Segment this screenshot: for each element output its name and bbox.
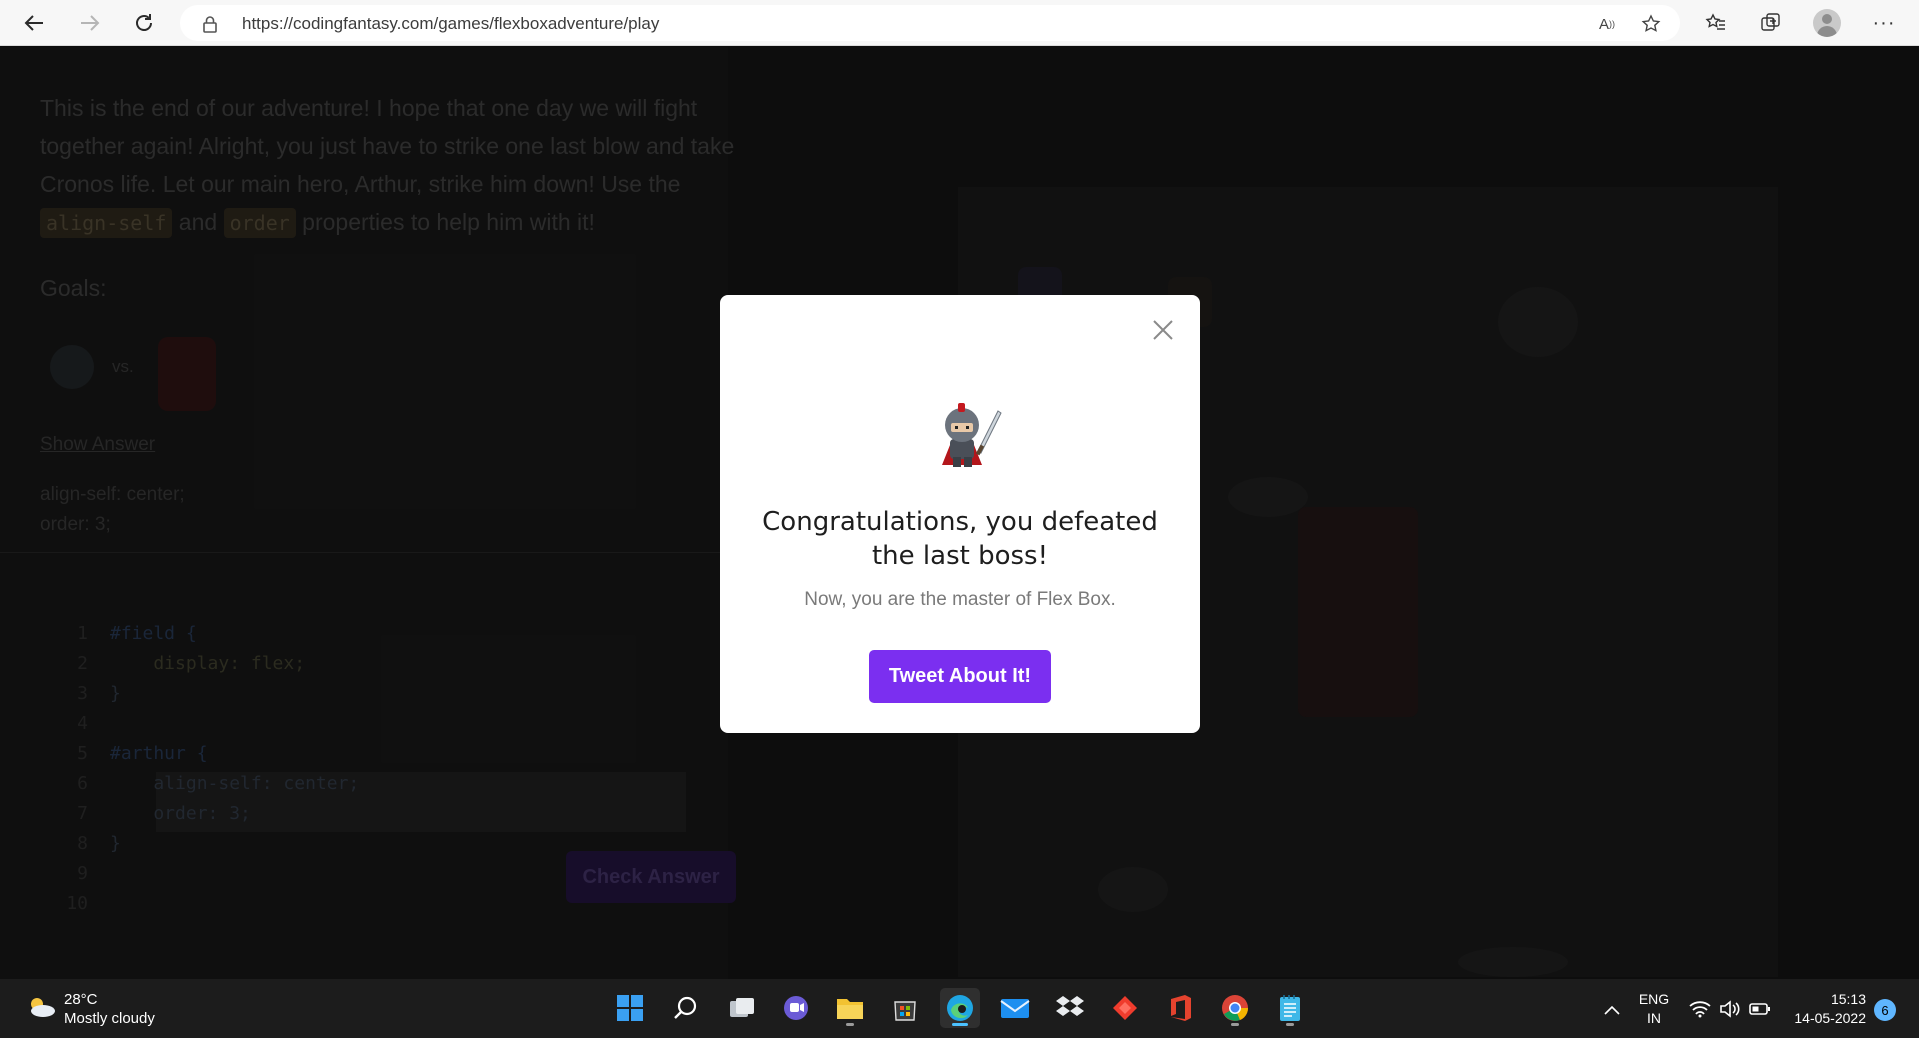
teams-chat-icon[interactable] bbox=[776, 988, 816, 1028]
victory-modal: Congratulations, you defeated the last b… bbox=[720, 295, 1200, 733]
tweet-button[interactable]: Tweet About It! bbox=[869, 650, 1051, 703]
file-explorer-icon[interactable] bbox=[830, 988, 870, 1028]
edge-icon[interactable] bbox=[940, 988, 980, 1028]
chevron-up-icon[interactable] bbox=[1598, 996, 1626, 1024]
search-icon[interactable] bbox=[666, 988, 706, 1028]
office-icon[interactable] bbox=[1160, 988, 1200, 1028]
add-favorite-icon[interactable] bbox=[1640, 13, 1662, 35]
favorites-icon[interactable] bbox=[1702, 9, 1730, 37]
task-view-icon[interactable] bbox=[722, 988, 762, 1028]
lock-icon[interactable] bbox=[202, 15, 218, 38]
start-icon[interactable] bbox=[610, 988, 650, 1028]
battery-icon[interactable] bbox=[1746, 995, 1774, 1023]
running-indicator bbox=[1286, 1023, 1294, 1026]
taskbar: 28°C Mostly cloudy ENG IN 15:13 14-05-20… bbox=[0, 979, 1919, 1038]
language-code[interactable]: ENG bbox=[1636, 991, 1672, 1007]
address-bar[interactable]: https://codingfantasy.com/games/flexboxa… bbox=[180, 5, 1680, 41]
weather-temperature[interactable]: 28°C bbox=[64, 991, 98, 1008]
volume-icon[interactable] bbox=[1716, 995, 1744, 1023]
modal-title: Congratulations, you defeated the last b… bbox=[762, 507, 1158, 571]
back-icon[interactable] bbox=[18, 7, 50, 39]
forward-icon[interactable] bbox=[74, 7, 106, 39]
anydesk-icon[interactable] bbox=[1105, 988, 1145, 1028]
region-code[interactable]: IN bbox=[1636, 1010, 1672, 1026]
profile-avatar[interactable] bbox=[1813, 9, 1841, 37]
mail-icon[interactable] bbox=[995, 988, 1035, 1028]
dropbox-icon[interactable] bbox=[1050, 988, 1090, 1028]
clock-date[interactable]: 14-05-2022 bbox=[1776, 1010, 1866, 1026]
cloudy-weather-icon[interactable] bbox=[26, 996, 56, 1018]
running-indicator bbox=[1231, 1023, 1239, 1026]
more-options-icon[interactable]: ··· bbox=[1870, 9, 1898, 37]
notification-badge[interactable]: 6 bbox=[1874, 999, 1896, 1021]
store-icon[interactable] bbox=[885, 988, 925, 1028]
wifi-icon[interactable] bbox=[1686, 995, 1714, 1023]
read-aloud-icon[interactable]: A)) bbox=[1596, 13, 1618, 35]
collections-icon[interactable] bbox=[1757, 9, 1785, 37]
url-text[interactable]: https://codingfantasy.com/games/flexboxa… bbox=[242, 14, 659, 34]
knight-icon bbox=[942, 403, 1002, 467]
weather-condition[interactable]: Mostly cloudy bbox=[64, 1010, 155, 1027]
modal-subtitle: Now, you are the master of Flex Box. bbox=[804, 589, 1116, 610]
close-icon[interactable] bbox=[1148, 315, 1178, 345]
running-indicator bbox=[846, 1023, 854, 1026]
running-indicator bbox=[952, 1023, 968, 1026]
refresh-icon[interactable] bbox=[128, 7, 160, 39]
chrome-icon[interactable] bbox=[1215, 988, 1255, 1028]
notepad-icon[interactable] bbox=[1270, 988, 1310, 1028]
clock-time[interactable]: 15:13 bbox=[1776, 991, 1866, 1007]
browser-toolbar: https://codingfantasy.com/games/flexboxa… bbox=[0, 0, 1919, 46]
